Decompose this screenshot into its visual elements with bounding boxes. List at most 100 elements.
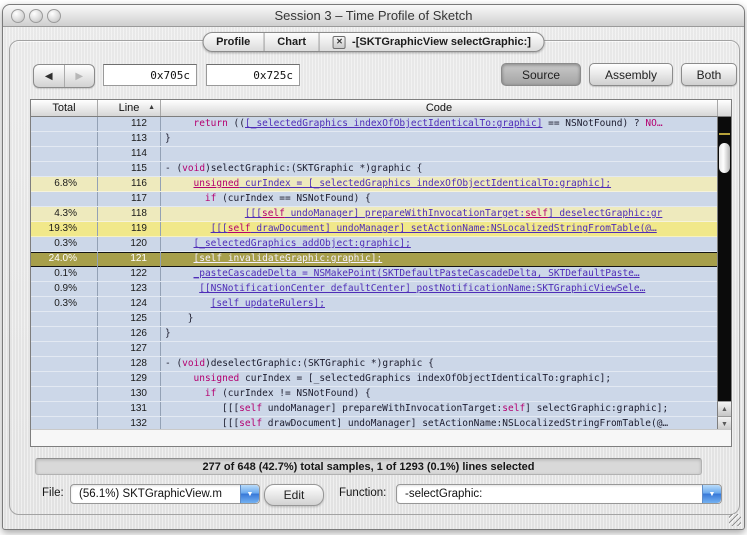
code-segment: }	[165, 133, 171, 144]
line-number-cell: 126	[98, 327, 161, 341]
table-row[interactable]: 4.3% 118 [[[ self undoManager] prepareWithI…	[31, 207, 717, 222]
line-number-cell: 114	[98, 147, 161, 161]
total-cell: 0.3%	[31, 237, 98, 251]
table-row[interactable]: 125}	[31, 312, 717, 327]
function-dropdown[interactable]: -selectGraphic: ▼	[396, 484, 722, 504]
table-row[interactable]: 112 return (([_selectedGraphics indexOfOb…	[31, 117, 717, 132]
table-row[interactable]: 113}	[31, 132, 717, 147]
table-row[interactable]: 6.8% 116 unsigned curIndex = [_selectedGra…	[31, 177, 717, 192]
scroll-up-button[interactable]: ▲	[717, 401, 731, 416]
code-segment: undoManager] prepareWithInvocationTarget…	[284, 208, 526, 219]
table-row[interactable]: 127	[31, 342, 717, 357]
total-cell: 6.8%	[31, 177, 98, 191]
line-number-cell: 129	[98, 372, 161, 386]
vertical-scrollbar[interactable]	[717, 117, 731, 431]
address-start-field[interactable]	[103, 64, 197, 86]
code-segment: self	[525, 208, 548, 219]
code-segment: (curIndex != NSNotFound) {	[216, 388, 371, 399]
table-row[interactable]: 0.3% 120 [_selectedGraphics addObject:grap…	[31, 237, 717, 252]
code-segment: [_selectedGraphics indexOfObjectIdentica…	[245, 118, 543, 129]
total-cell	[31, 117, 98, 131]
total-cell	[31, 312, 98, 326]
window-title: Session 3 – Time Profile of Sketch	[274, 8, 473, 23]
table-row[interactable]: 126}	[31, 327, 717, 342]
edit-button[interactable]: Edit	[264, 484, 324, 506]
back-button[interactable]: ◀	[34, 65, 64, 87]
line-number-cell: 131	[98, 402, 161, 416]
resize-grip[interactable]	[729, 514, 741, 526]
table-row[interactable]: 117 if (curIndex == NSNotFound) {	[31, 192, 717, 207]
total-cell	[31, 162, 98, 176]
file-dropdown[interactable]: (56.1%) SKTGraphicView.m ▼	[70, 484, 260, 504]
line-number-cell: 118	[98, 207, 161, 221]
function-dropdown-button[interactable]: ▼	[702, 485, 721, 503]
total-cell: 4.3%	[31, 207, 98, 221]
column-header-line[interactable]: Line ▲	[98, 100, 161, 116]
app-window: Session 3 – Time Profile of Sketch Profi…	[2, 4, 745, 530]
code-segment: (curIndex == NSNotFound) {	[216, 193, 371, 204]
source-view-button[interactable]: Source	[501, 63, 581, 86]
scrollbar-header-spacer	[718, 100, 731, 116]
tab-bar: Profile Chart ✕ -[SKTGraphicView selectG…	[202, 32, 545, 52]
table-row[interactable]: 130 if (curIndex != NSNotFound) {	[31, 387, 717, 402]
code-segment: [[[	[222, 403, 240, 414]
code-segment: )selectGraphic:(SKTGraphic *)graphic {	[205, 163, 423, 174]
code-cell: [_selectedGraphics addObject:graphic];	[161, 237, 717, 251]
table-row[interactable]: 0.1% 122 _pasteCascadeDelta = NSMakePoint(…	[31, 267, 717, 282]
dropdown-arrow-icon: ▼	[246, 490, 254, 498]
column-header-total[interactable]: Total	[31, 100, 98, 116]
code-segment: [[[	[244, 208, 262, 219]
code-segment: ] deselectGraphic:gr	[547, 208, 663, 219]
tab-chart[interactable]: Chart	[263, 33, 319, 51]
total-cell: 24.0%	[31, 252, 98, 267]
table-row[interactable]: 131 [[[self undoManager] prepareWithInvoc…	[31, 402, 717, 417]
code-segment: [self updateRulers];	[210, 298, 325, 309]
tab-profile[interactable]: Profile	[203, 33, 263, 51]
forward-icon: ▶	[75, 70, 84, 82]
code-segment: ((	[227, 118, 245, 129]
address-end-field[interactable]	[206, 64, 300, 86]
code-segment: if	[204, 193, 217, 204]
code-segment: [[[	[210, 223, 228, 234]
table-row[interactable]: 0.3% 124 [self updateRulers];	[31, 297, 717, 312]
tab-function-profile[interactable]: ✕ -[SKTGraphicView selectGraphic:]	[319, 33, 544, 51]
code-segment: unsigned	[193, 373, 240, 384]
code-cell: }	[161, 132, 717, 146]
both-view-button[interactable]: Both	[681, 63, 737, 86]
line-number-cell: 115	[98, 162, 161, 176]
code-cell: }	[161, 312, 717, 326]
table-row[interactable]: 24.0% 121 [self invalidateGraphic:graphic]…	[31, 252, 717, 267]
code-segment: self	[502, 403, 526, 414]
table-row[interactable]: 115- (void)selectGraphic:(SKTGraphic *)g…	[31, 162, 717, 177]
table-row[interactable]: 114	[31, 147, 717, 162]
zoom-window-button[interactable]	[47, 9, 61, 23]
line-number-cell: 124	[98, 297, 161, 311]
code-segment: [[NSNotificationCenter defaultCenter] po…	[199, 283, 646, 294]
close-window-button[interactable]	[11, 9, 25, 23]
line-number-cell: 121	[98, 252, 161, 267]
line-number-cell: 128	[98, 357, 161, 371]
window-titlebar[interactable]: Session 3 – Time Profile of Sketch	[3, 5, 744, 27]
file-dropdown-button[interactable]: ▼	[240, 485, 259, 503]
code-segment: curIndex = [_selectedGraphics indexOfObj…	[239, 178, 612, 189]
table-row[interactable]: 129 unsigned curIndex = [_selectedGraphic…	[31, 372, 717, 387]
code-segment: [[[	[222, 418, 240, 429]
table-row[interactable]: 128- (void)deselectGraphic:(SKTGraphic *…	[31, 357, 717, 372]
assembly-view-button[interactable]: Assembly	[589, 63, 673, 86]
table-row[interactable]: 19.3% 119 [[[self drawDocument] undoManage…	[31, 222, 717, 237]
code-segment: - (	[165, 358, 183, 369]
table-row[interactable]: 0.9% 123 [[NSNotificationCenter defaultCen…	[31, 282, 717, 297]
line-number-cell: 127	[98, 342, 161, 356]
forward-button[interactable]: ▶	[63, 65, 95, 87]
code-cell: - (void)selectGraphic:(SKTGraphic *)grap…	[161, 162, 717, 176]
minimize-window-button[interactable]	[29, 9, 43, 23]
line-number-cell: 123	[98, 282, 161, 296]
scrollbar-thumb[interactable]	[719, 143, 730, 173]
code-segment: curIndex = [_selectedGraphics indexOfObj…	[239, 373, 612, 384]
close-tab-icon[interactable]: ✕	[333, 35, 347, 49]
code-cell: unsigned curIndex = [_selectedGraphics i…	[161, 372, 717, 386]
column-header-code[interactable]: Code	[161, 100, 718, 116]
code-cell	[161, 342, 717, 356]
line-number-cell: 125	[98, 312, 161, 326]
line-number-cell: 122	[98, 267, 161, 281]
